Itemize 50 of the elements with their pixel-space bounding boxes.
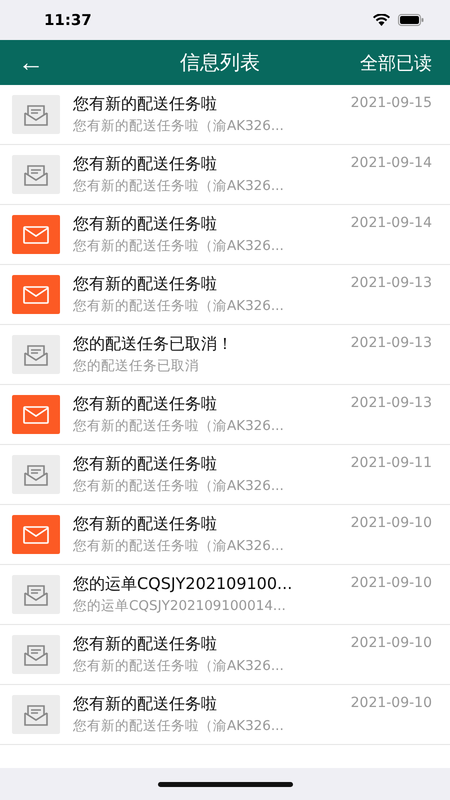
envelope-icon [23,226,49,244]
message-title: 您有新的配送任务啦 [73,214,218,235]
message-preview: 您有新的配送任务啦（渝AK326... [73,417,285,435]
message-title: 您有新的配送任务啦 [73,94,218,115]
message-preview: 您有新的配送任务啦（渝AK326... [73,717,285,735]
message-preview: 您有新的配送任务啦（渝AK326... [73,297,285,315]
wifi-icon [373,14,390,26]
open-envelope-icon [23,642,49,666]
message-date: 2021-09-11 [350,455,432,471]
message-title: 您有新的配送任务啦 [73,154,218,175]
message-preview: 您有新的配送任务啦（渝AK326... [73,477,285,495]
message-preview: 您有新的配送任务啦（渝AK326... [73,237,285,255]
message-date: 2021-09-10 [350,575,432,591]
mark-all-read-button[interactable]: 全部已读 [342,50,432,74]
message-date: 2021-09-10 [350,635,432,651]
message-preview: 您的运单CQSJY202109100014... [73,597,287,615]
message-title: 您有新的配送任务啦 [73,274,218,295]
message-title: 您有新的配送任务啦 [73,634,218,655]
status-time: 11:37 [44,11,92,29]
message-preview: 您有新的配送任务啦（渝AK326... [73,657,285,675]
back-button[interactable]: ← [18,47,98,78]
open-envelope-icon [23,582,49,606]
open-envelope-icon [23,102,49,126]
message-title: 您有新的配送任务啦 [73,454,218,475]
message-title: 您有新的配送任务啦 [73,694,218,715]
message-date: 2021-09-13 [350,335,432,351]
message-title: 您的配送任务已取消！ [73,334,234,355]
message-date: 2021-09-10 [350,515,432,531]
envelope-icon [23,406,49,424]
message-preview: 您有新的配送任务啦（渝AK326... [73,537,285,555]
message-title: 您有新的配送任务啦 [73,514,218,535]
open-envelope-icon [23,462,49,486]
message-preview: 您的配送任务已取消 [73,357,200,375]
message-date: 2021-09-14 [350,155,432,171]
battery-icon [398,14,424,26]
open-envelope-icon [23,702,49,726]
envelope-icon [23,286,49,304]
message-date: 2021-09-13 [350,275,432,291]
message-preview: 您有新的配送任务啦（渝AK326... [73,117,285,135]
message-title: 您有新的配送任务啦 [73,394,218,415]
open-envelope-icon [23,162,49,186]
message-date: 2021-09-13 [350,395,432,411]
open-envelope-icon [23,342,49,366]
envelope-icon [23,526,49,544]
message-title: 您的运单CQSJY202109100... [73,574,294,595]
message-date: 2021-09-10 [350,695,432,711]
message-preview: 您有新的配送任务啦（渝AK326... [73,177,285,195]
message-date: 2021-09-15 [350,95,432,111]
message-date: 2021-09-14 [350,215,432,231]
page-title: 信息列表 [179,49,261,76]
